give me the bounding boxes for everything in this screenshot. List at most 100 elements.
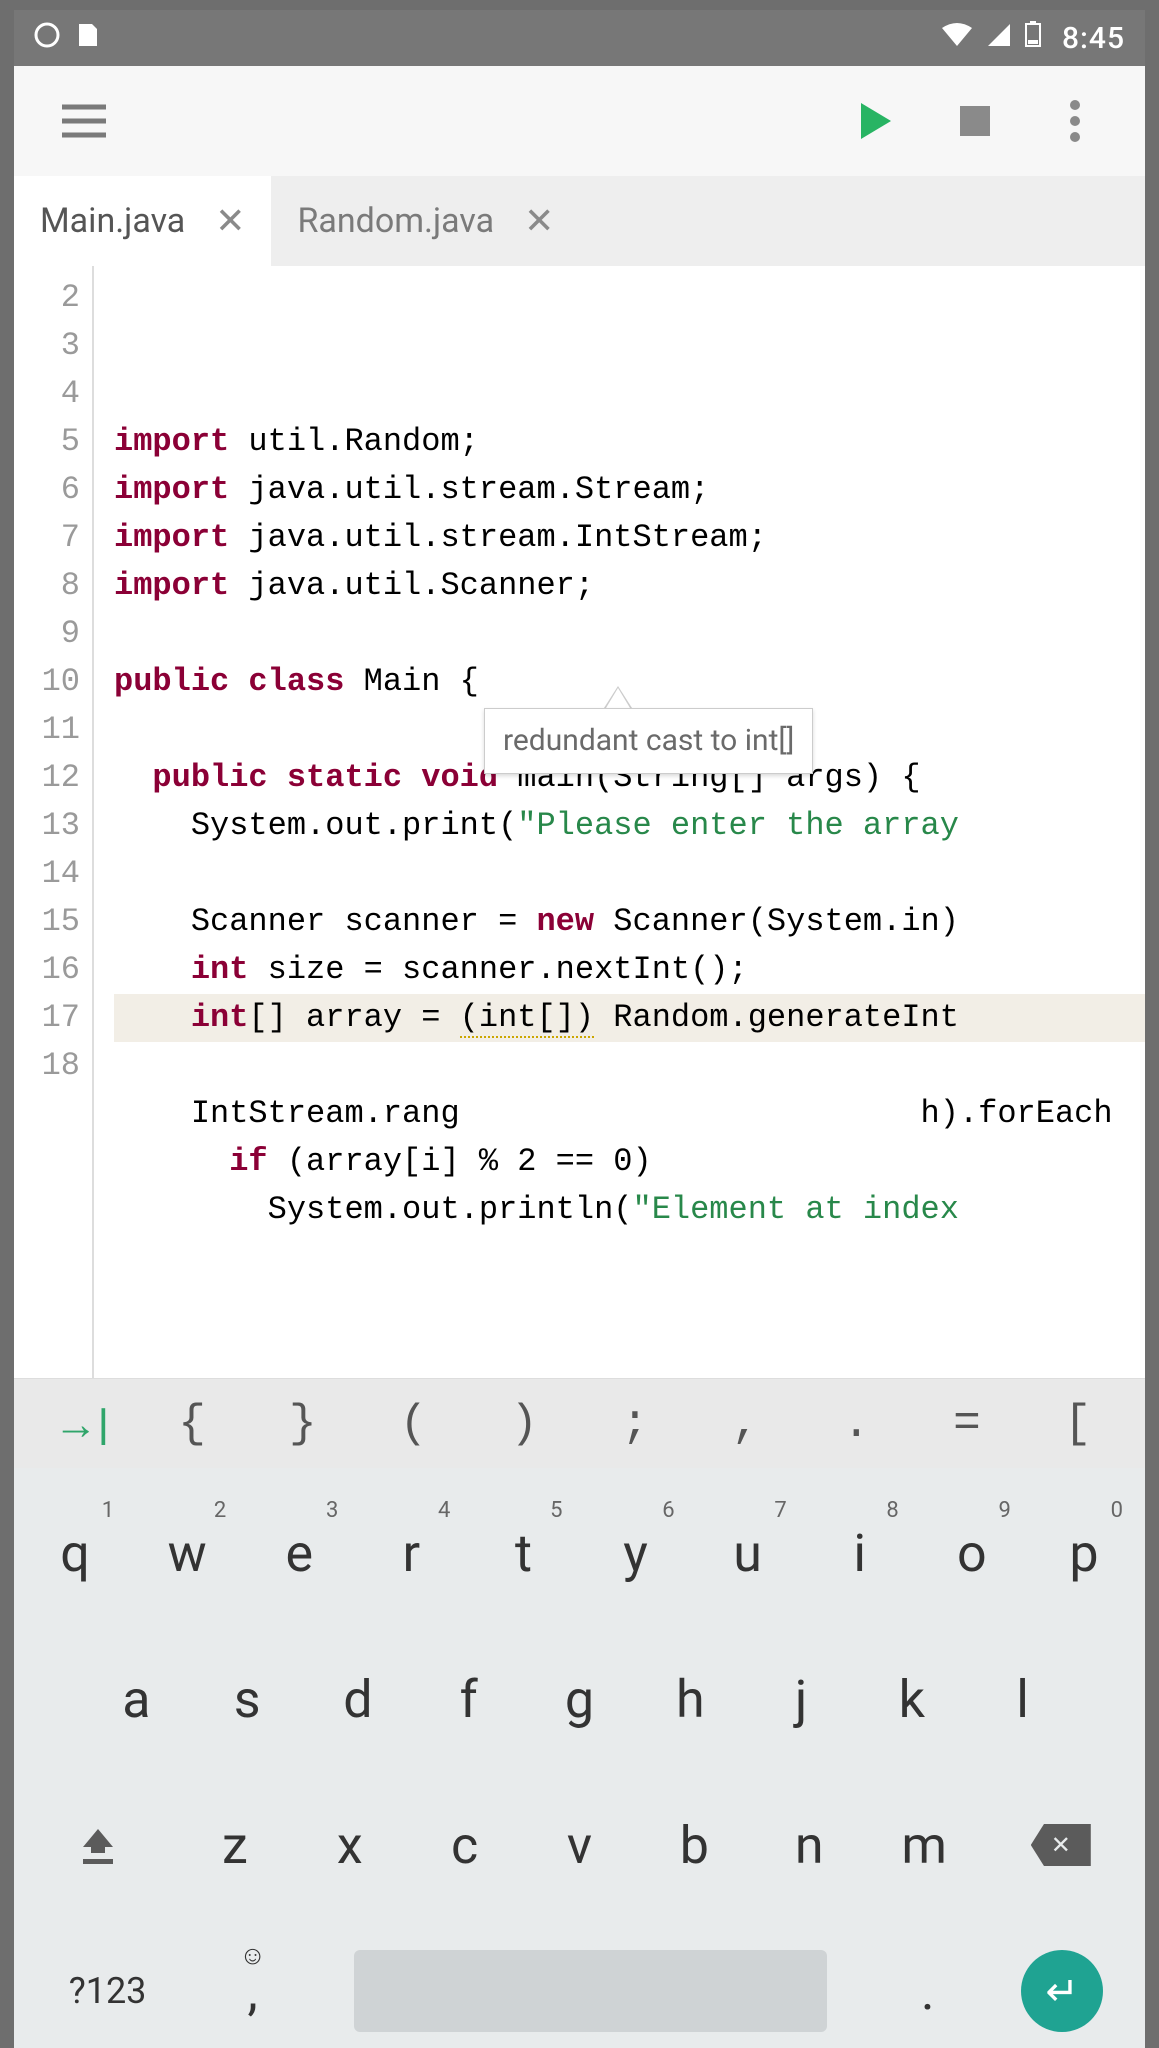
line-number: 7 [14, 514, 80, 562]
line-number: 9 [14, 610, 80, 658]
enter-key[interactable]: ↵ [987, 1932, 1137, 2048]
notification-dot-icon [34, 21, 60, 56]
line-number-gutter: 23456789101112131415161718 [14, 266, 94, 1378]
enter-icon: ↵ [1045, 1968, 1079, 2015]
line-number: 10 [14, 658, 80, 706]
accessory-key[interactable]: ; [580, 1398, 691, 1450]
key-a[interactable]: a [84, 1640, 189, 1758]
comma-key[interactable]: ☺ , [199, 1932, 306, 2048]
key-s[interactable]: s [195, 1640, 300, 1758]
run-button[interactable] [835, 81, 915, 161]
key-l[interactable]: l [970, 1640, 1075, 1758]
cell-signal-icon [986, 21, 1012, 56]
tooltip-pointer-icon [604, 686, 632, 708]
tab-random-java[interactable]: Random.java ✕ [271, 176, 580, 266]
key-x[interactable]: x [295, 1786, 404, 1904]
line-number: 11 [14, 706, 80, 754]
key-v[interactable]: v [525, 1786, 634, 1904]
accessory-key[interactable]: = [912, 1398, 1023, 1450]
emoji-icon: ☺ [239, 1940, 266, 1971]
key-y[interactable]: 6y [583, 1494, 689, 1612]
code-line[interactable]: import java.util.Scanner; [114, 562, 1145, 610]
accessory-key[interactable]: } [247, 1398, 358, 1450]
symbol-accessory-bar: →| {}();,.=[ [14, 1378, 1145, 1468]
line-number: 17 [14, 994, 80, 1042]
key-r[interactable]: 4r [358, 1494, 464, 1612]
accessory-key[interactable]: ) [469, 1398, 580, 1450]
tab-key[interactable]: →| [26, 1398, 137, 1450]
code-line[interactable] [114, 610, 1145, 658]
code-line[interactable] [114, 850, 1145, 898]
key-k[interactable]: k [859, 1640, 964, 1758]
key-n[interactable]: n [755, 1786, 864, 1904]
line-number: 18 [14, 1042, 80, 1090]
line-number: 15 [14, 898, 80, 946]
space-key[interactable] [312, 1932, 868, 2048]
line-number: 6 [14, 466, 80, 514]
key-p[interactable]: 0p [1031, 1494, 1137, 1612]
shift-key[interactable] [22, 1786, 174, 1904]
key-c[interactable]: c [410, 1786, 519, 1904]
key-u[interactable]: 7u [695, 1494, 801, 1612]
line-number: 12 [14, 754, 80, 802]
code-line[interactable]: Scanner scanner = new Scanner(System.in) [114, 898, 1145, 946]
close-icon[interactable]: ✕ [524, 200, 554, 242]
key-w[interactable]: 2w [134, 1494, 240, 1612]
code-line[interactable]: int[] array = (int[]) Random.generateInt [114, 994, 1145, 1042]
key-b[interactable]: b [640, 1786, 749, 1904]
line-number: 2 [14, 274, 80, 322]
accessory-key[interactable]: , [690, 1398, 801, 1450]
key-o[interactable]: 9o [919, 1494, 1025, 1612]
key-j[interactable]: j [749, 1640, 854, 1758]
code-line[interactable]: System.out.println("Element at index [114, 1186, 1145, 1234]
status-bar: 8:45 [14, 10, 1145, 66]
stop-button[interactable] [935, 81, 1015, 161]
code-line[interactable]: int size = scanner.nextInt(); [114, 946, 1145, 994]
accessory-key[interactable]: . [801, 1398, 912, 1450]
close-icon[interactable]: ✕ [215, 200, 245, 242]
key-q[interactable]: 1q [22, 1494, 128, 1612]
key-h[interactable]: h [638, 1640, 743, 1758]
code-line[interactable] [114, 1042, 1145, 1090]
tab-label: Random.java [297, 201, 494, 241]
key-e[interactable]: 3e [246, 1494, 352, 1612]
accessory-key[interactable]: ( [358, 1398, 469, 1450]
code-line[interactable]: IntStream.rang h).forEach [114, 1090, 1145, 1138]
line-number: 14 [14, 850, 80, 898]
code-area[interactable]: import util.Random;import java.util.stre… [94, 266, 1145, 1378]
symbols-key[interactable]: ?123 [22, 1932, 193, 2048]
code-line[interactable]: import java.util.stream.IntStream; [114, 514, 1145, 562]
menu-button[interactable] [44, 81, 124, 161]
line-number: 5 [14, 418, 80, 466]
period-key[interactable]: . [874, 1932, 981, 2048]
code-line[interactable]: import java.util.stream.Stream; [114, 466, 1145, 514]
app-toolbar [14, 66, 1145, 176]
backspace-key[interactable]: ✕ [985, 1786, 1137, 1904]
line-number: 16 [14, 946, 80, 994]
tab-label: Main.java [40, 201, 185, 241]
line-number: 8 [14, 562, 80, 610]
code-line[interactable]: System.out.print("Please enter the array [114, 802, 1145, 850]
key-i[interactable]: 8i [807, 1494, 913, 1612]
key-g[interactable]: g [527, 1640, 632, 1758]
lint-tooltip: redundant cast to int[] [484, 708, 813, 774]
wifi-icon [940, 21, 974, 56]
line-number: 13 [14, 802, 80, 850]
line-number: 4 [14, 370, 80, 418]
accessory-key[interactable]: [ [1022, 1398, 1133, 1450]
code-line[interactable]: if (array[i] % 2 == 0) [114, 1138, 1145, 1186]
overflow-menu-button[interactable] [1035, 81, 1115, 161]
key-z[interactable]: z [180, 1786, 289, 1904]
key-f[interactable]: f [416, 1640, 521, 1758]
code-editor[interactable]: 23456789101112131415161718 import util.R… [14, 266, 1145, 1378]
code-line[interactable]: import util.Random; [114, 418, 1145, 466]
tab-main-java[interactable]: Main.java ✕ [14, 176, 271, 266]
status-clock: 8:45 [1062, 21, 1125, 56]
key-t[interactable]: 5t [470, 1494, 576, 1612]
accessory-key[interactable]: { [137, 1398, 248, 1450]
key-d[interactable]: d [306, 1640, 411, 1758]
battery-icon [1024, 20, 1042, 56]
key-m[interactable]: m [870, 1786, 979, 1904]
sdcard-icon [76, 20, 100, 56]
soft-keyboard: 1q2w3e4r5t6y7u8i9o0p asdfghjkl zxcvbnm✕ … [14, 1468, 1145, 2048]
